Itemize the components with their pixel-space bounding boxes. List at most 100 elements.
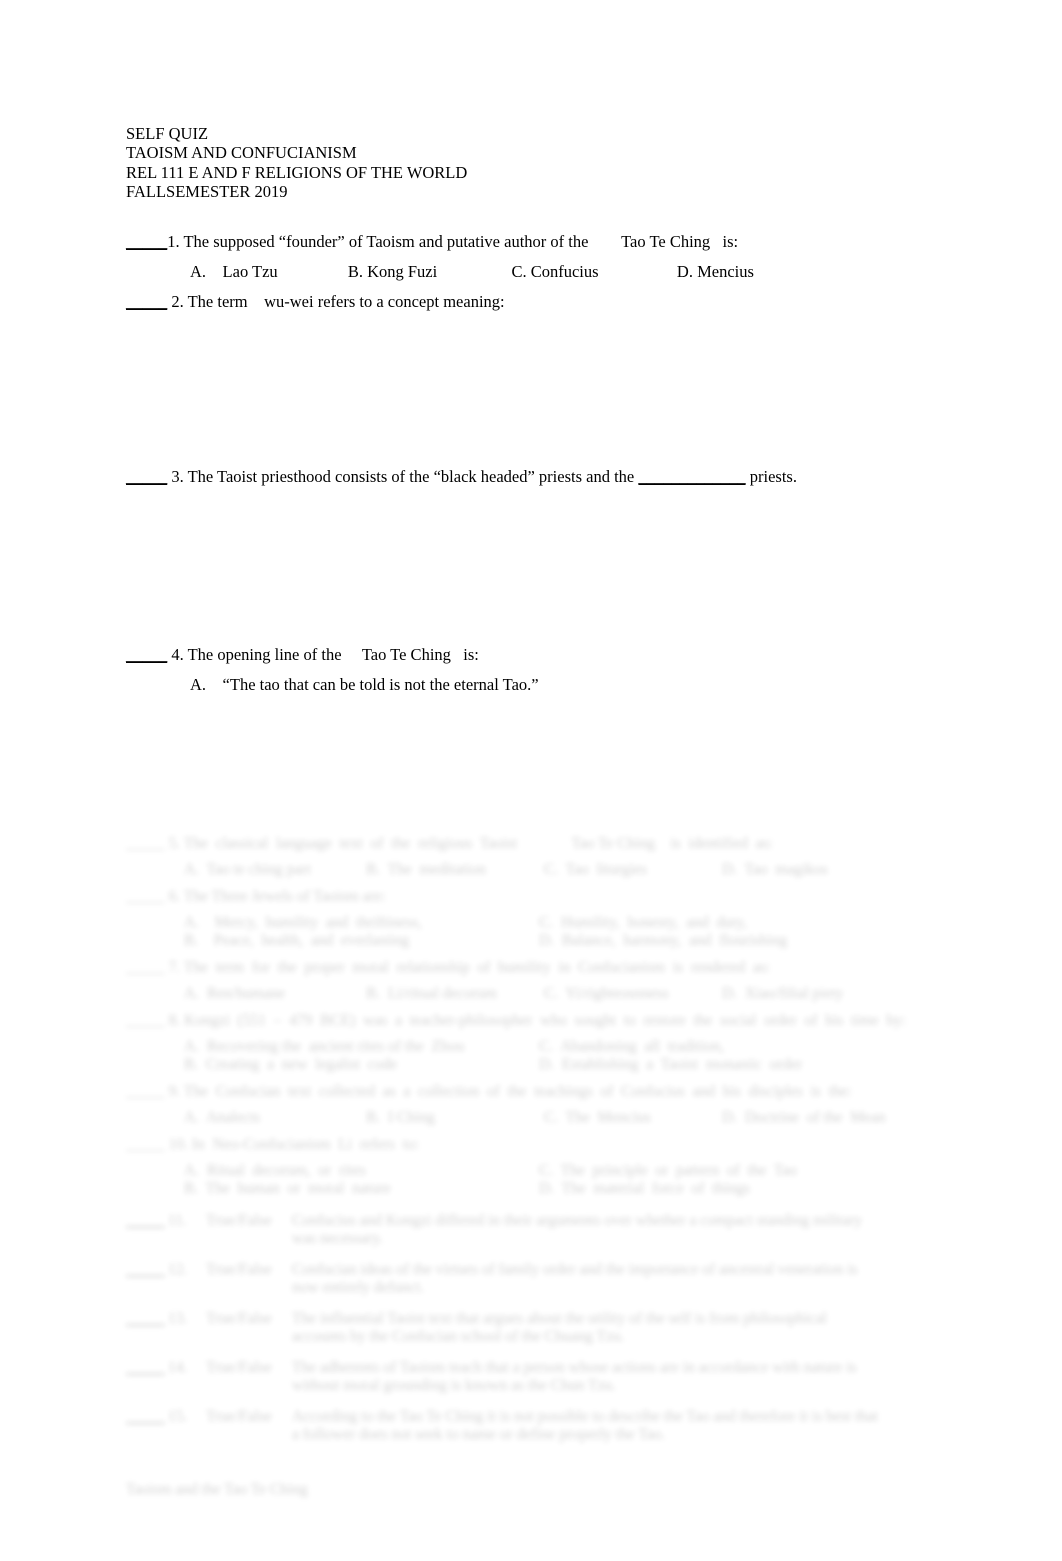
option-5b[interactable]: B. The meditation: [366, 861, 544, 879]
question-1-text: 1. The supposed “founder” of Taoism and …: [167, 232, 589, 252]
question-4-tail: is:: [463, 645, 479, 665]
question-5-options: A. Tao te ching part B. The meditation C…: [126, 861, 926, 879]
question-1: _____1. The supposed “founder” of Taoism…: [126, 232, 926, 251]
option-9b[interactable]: B. I Ching: [366, 1109, 544, 1127]
option-7d[interactable]: D. Xiao/filial piety: [722, 985, 843, 1003]
true-false-row: _____ 15. True/False According to the Ta…: [126, 1408, 926, 1443]
true-false-row: _____ 13. True/False The influential Tao…: [126, 1310, 926, 1345]
option-9c[interactable]: C. The Mencius: [544, 1109, 722, 1127]
option-8d[interactable]: D. Establishing a Taoist monastic order: [539, 1056, 894, 1074]
question-10-options-left: A. Ritual decorum, or rites B. The human…: [184, 1162, 539, 1198]
question-2-italic-term: wu-wei: [264, 292, 314, 312]
option-10d[interactable]: D. The material force of things: [539, 1180, 894, 1198]
question-3-tail: priests.: [749, 467, 797, 487]
question-4-option-a[interactable]: A. “The tao that can be told is not the …: [126, 675, 926, 694]
header-line-title: SELF QUIZ: [126, 124, 209, 143]
true-false-row: _____ 12. True/False Confucian ideas of …: [126, 1261, 926, 1296]
answer-blank-2[interactable]: _____: [126, 292, 167, 311]
true-false-number-15: 15.: [168, 1408, 188, 1425]
question-4: _____ 4. The opening line of the Tao Te …: [126, 645, 926, 664]
question-10: _____ 10. In Neo-Confucianism Li refers …: [126, 1136, 420, 1153]
question-6-options-left: A. Mercy, humility and thriftiness, B. P…: [184, 914, 539, 950]
true-false-row: _____ 14. True/False The adherents of Ta…: [126, 1359, 926, 1394]
header-line-semester: FALLSEMESTER 2019: [126, 181, 288, 201]
question-9-options: A. Analects B. I Ching C. The Mencius D.…: [126, 1109, 926, 1127]
quiz-document-page: SELF QUIZ TAOISM AND CONFUCIANISM REL 11…: [0, 0, 1062, 1561]
question-4-italic-title: Tao Te Ching: [361, 645, 451, 665]
true-false-number-12: 12.: [168, 1261, 188, 1278]
option-7b[interactable]: B. Li/ritual decorum: [366, 985, 544, 1003]
option-6c[interactable]: C. Humility, honesty, and duty,: [539, 914, 894, 932]
true-false-label-11[interactable]: True/False: [206, 1212, 292, 1247]
answer-blank-14[interactable]: _____: [126, 1359, 168, 1394]
true-false-label-14[interactable]: True/False: [206, 1359, 292, 1394]
answer-blank-11[interactable]: _____: [126, 1212, 168, 1247]
question-4-text: 4. The opening line of the: [171, 645, 342, 665]
question-3-fill-blank[interactable]: _____________: [638, 467, 745, 486]
true-false-label-15[interactable]: True/False: [206, 1408, 292, 1443]
true-false-label-12[interactable]: True/False: [206, 1261, 292, 1296]
option-1c[interactable]: C. Confucius: [511, 262, 598, 281]
option-10a[interactable]: A. Ritual decorum, or rites: [184, 1162, 539, 1180]
question-1-italic-title: Tao Te Ching: [621, 232, 711, 252]
option-9d[interactable]: D. Doctrine of the Mean: [722, 1109, 886, 1127]
option-5a[interactable]: A. Tao te ching part: [184, 861, 366, 879]
answer-blank-3[interactable]: _____: [126, 467, 167, 486]
option-7c[interactable]: C. Yi/righteousness: [544, 985, 722, 1003]
answer-blank-13[interactable]: _____: [126, 1310, 168, 1345]
header-line-subject: TAOISM AND CONFUCIANISM: [126, 143, 357, 163]
question-6-options: A. Mercy, humility and thriftiness, B. P…: [126, 914, 926, 950]
option-1d[interactable]: D. Mencius: [677, 262, 754, 281]
option-8c[interactable]: C. Abandoning all tradition,: [539, 1038, 894, 1056]
option-6a[interactable]: A. Mercy, humility and thriftiness,: [184, 914, 539, 932]
option-1b[interactable]: B. Kong Fuzi: [348, 262, 437, 281]
option-1a[interactable]: A. Lao Tzu: [190, 262, 278, 281]
option-10b[interactable]: B. The human or moral nature: [184, 1180, 539, 1198]
question-7: _____ 7. The term for the proper moral r…: [126, 959, 771, 976]
question-9: _____ 9. The Confucian text collected as…: [126, 1083, 852, 1100]
document-body: SELF QUIZ TAOISM AND CONFUCIANISM REL 11…: [126, 124, 926, 694]
true-false-text-15: According to the Tao Te Ching it is not …: [292, 1408, 879, 1443]
question-2: _____ 2. The term wu-wei refers to a con…: [126, 292, 926, 311]
document-header: SELF QUIZ TAOISM AND CONFUCIANISM REL 11…: [126, 124, 926, 201]
true-false-text-13: The influential Taoist text that argues …: [292, 1310, 827, 1345]
question-3-answer-space: [126, 486, 926, 634]
option-8a[interactable]: A. Recovering the ancient rites of the Z…: [184, 1038, 539, 1056]
option-8b[interactable]: B. Creating a new legalist code: [184, 1056, 539, 1074]
true-false-number-13: 13.: [168, 1310, 188, 1327]
option-5c[interactable]: C. Tao liturgies: [544, 861, 722, 879]
answer-blank-4[interactable]: _____: [126, 645, 167, 664]
true-false-text-11: Confucius and Kongzi differed in their a…: [292, 1212, 863, 1247]
question-2-tail: refers to a concept meaning:: [317, 292, 505, 312]
question-10-options: A. Ritual decorum, or rites B. The human…: [126, 1162, 926, 1198]
question-6-options-right: C. Humility, honesty, and duty, D. Balan…: [539, 914, 894, 950]
question-8: _____ 8. Kongzi (551 – 479 BCE) was a te…: [126, 1012, 907, 1029]
true-false-label-13[interactable]: True/False: [206, 1310, 292, 1345]
question-7-options: A. Ren/humane B. Li/ritual decorum C. Yi…: [126, 985, 926, 1003]
document-footer: Taoism and the Tao Te Ching: [126, 1481, 308, 1498]
answer-blank-1[interactable]: _____: [126, 232, 167, 251]
answer-blank-15[interactable]: _____: [126, 1408, 168, 1443]
faded-lower-section: _____ 5. The classical language text of …: [126, 826, 926, 1499]
question-10-options-right: C. The principle or pattern of the Tao D…: [539, 1162, 894, 1198]
question-8-options-right: C. Abandoning all tradition, D. Establis…: [539, 1038, 894, 1074]
header-line-course: REL 111 E AND F RELIGIONS OF THE WORLD: [126, 162, 468, 182]
option-6b[interactable]: B. Peace, health, and everlasting: [184, 932, 539, 950]
question-3: _____ 3. The Taoist priesthood consists …: [126, 467, 926, 486]
question-8-options: A. Recovering the ancient rites of the Z…: [126, 1038, 926, 1074]
option-7a[interactable]: A. Ren/humane: [184, 985, 366, 1003]
true-false-number-11: 11.: [168, 1212, 187, 1229]
question-8-options-left: A. Recovering the ancient rites of the Z…: [184, 1038, 539, 1074]
answer-blank-12[interactable]: _____: [126, 1261, 168, 1296]
true-false-row: _____ 11. True/False Confucius and Kongz…: [126, 1212, 926, 1247]
question-1-options: A. Lao Tzu B. Kong Fuzi C. Confucius D. …: [126, 262, 926, 281]
option-6d[interactable]: D. Balance, harmony, and flourishing: [539, 932, 894, 950]
question-2-answer-space: [126, 311, 926, 456]
option-5d[interactable]: D. Tao magikos: [722, 861, 828, 879]
question-6: _____ 6. The Three Jewels of Taoism are:: [126, 888, 386, 905]
option-10c[interactable]: C. The principle or pattern of the Tao: [539, 1162, 894, 1180]
true-false-text-14: The adherents of Taoism teach that a per…: [292, 1359, 857, 1394]
question-1-tail: is:: [722, 232, 739, 252]
option-9a[interactable]: A. Analects: [184, 1109, 366, 1127]
question-5: _____ 5. The classical language text of …: [126, 835, 773, 852]
